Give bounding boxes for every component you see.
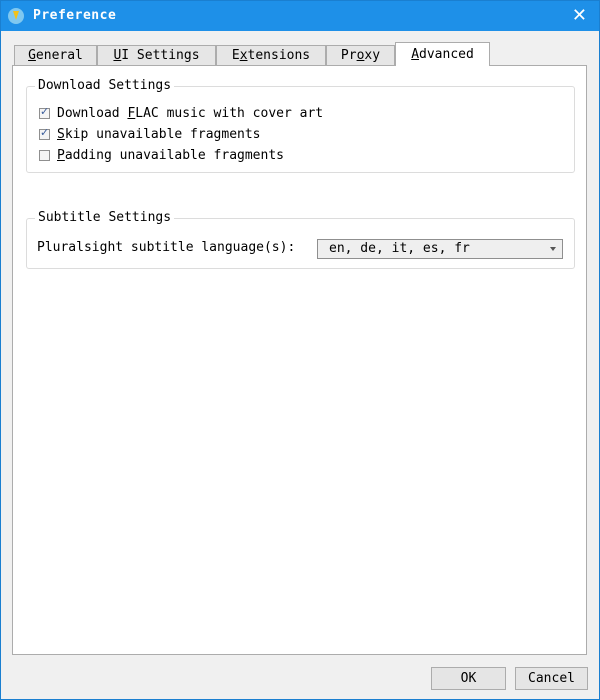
tab-ui-settings[interactable]: UI Settings (97, 45, 216, 65)
advanced-panel: Download Settings Download FLAC music wi… (12, 65, 587, 655)
subtitle-settings-group: Subtitle Settings Pluralsight subtitle l… (26, 210, 575, 269)
skip-fragments-checkbox[interactable]: Skip unavailable fragments (39, 125, 261, 143)
checkbox-label: Download FLAC music with cover art (57, 106, 323, 121)
checkbox-label: Skip unavailable fragments (57, 127, 261, 142)
tab-general[interactable]: General (14, 45, 97, 65)
label-pre: Download (57, 105, 128, 121)
tab-mnemonic: G (28, 48, 36, 63)
label-post: adding unavailable fragments (64, 147, 284, 163)
cancel-button[interactable]: Cancel (515, 667, 588, 690)
title-bar: Preference ✕ (1, 1, 599, 31)
group-title: Subtitle Settings (35, 210, 175, 225)
tab-mnemonic: o (356, 48, 365, 63)
tab-proxy[interactable]: Pr o xy (326, 45, 395, 65)
label-post: kip unavailable fragments (64, 126, 261, 142)
tab-mnemonic: A (411, 47, 420, 62)
download-settings-group: Download Settings Download FLAC music wi… (26, 78, 575, 173)
checkbox-unchecked-icon[interactable] (39, 149, 50, 161)
app-download-icon (8, 8, 24, 24)
label-post: LAC music with cover art (135, 105, 324, 121)
subtitle-language-dropdown[interactable]: en, de, it, es, fr (317, 239, 563, 259)
group-title: Download Settings (35, 78, 175, 93)
tab-label-pre: E (231, 48, 240, 63)
tab-label-post: xy (364, 48, 381, 63)
label-mnemonic: P (57, 147, 65, 163)
preference-dialog: Preference ✕ General UI Settings Ex tensi… (0, 0, 600, 700)
ok-button[interactable]: OK (431, 667, 506, 690)
checkbox-checked-icon[interactable] (39, 105, 50, 119)
tab-label-post: I Settings (121, 48, 200, 63)
dialog-client: General UI Settings Ex tensions Pr o xy Adv… (1, 31, 599, 699)
close-icon[interactable]: ✕ (572, 5, 587, 26)
tab-mnemonic: U (113, 48, 122, 63)
tab-label-post: dvanced (419, 47, 474, 62)
window-title: Preference (33, 8, 117, 23)
tab-label-post: tensions (247, 48, 311, 63)
tab-mnemonic: x (239, 48, 248, 63)
tab-extensions[interactable]: Ex tensions (216, 45, 326, 65)
checkbox-checked-icon[interactable] (39, 126, 50, 140)
dropdown-value: en, de, it, es, fr (329, 241, 470, 256)
checkbox-label: Padding unavailable fragments (57, 148, 284, 163)
subtitle-language-label: Pluralsight subtitle language(s): (37, 240, 296, 255)
chevron-down-icon[interactable] (550, 247, 556, 251)
flac-cover-art-checkbox[interactable]: Download FLAC music with cover art (39, 104, 323, 122)
tab-label-pre: Pr (340, 48, 357, 63)
padding-fragments-checkbox[interactable]: Padding unavailable fragments (39, 146, 284, 164)
tab-advanced[interactable]: Advanced (395, 42, 490, 66)
label-mnemonic: S (57, 126, 65, 142)
tab-label-post: eneral (35, 48, 83, 63)
